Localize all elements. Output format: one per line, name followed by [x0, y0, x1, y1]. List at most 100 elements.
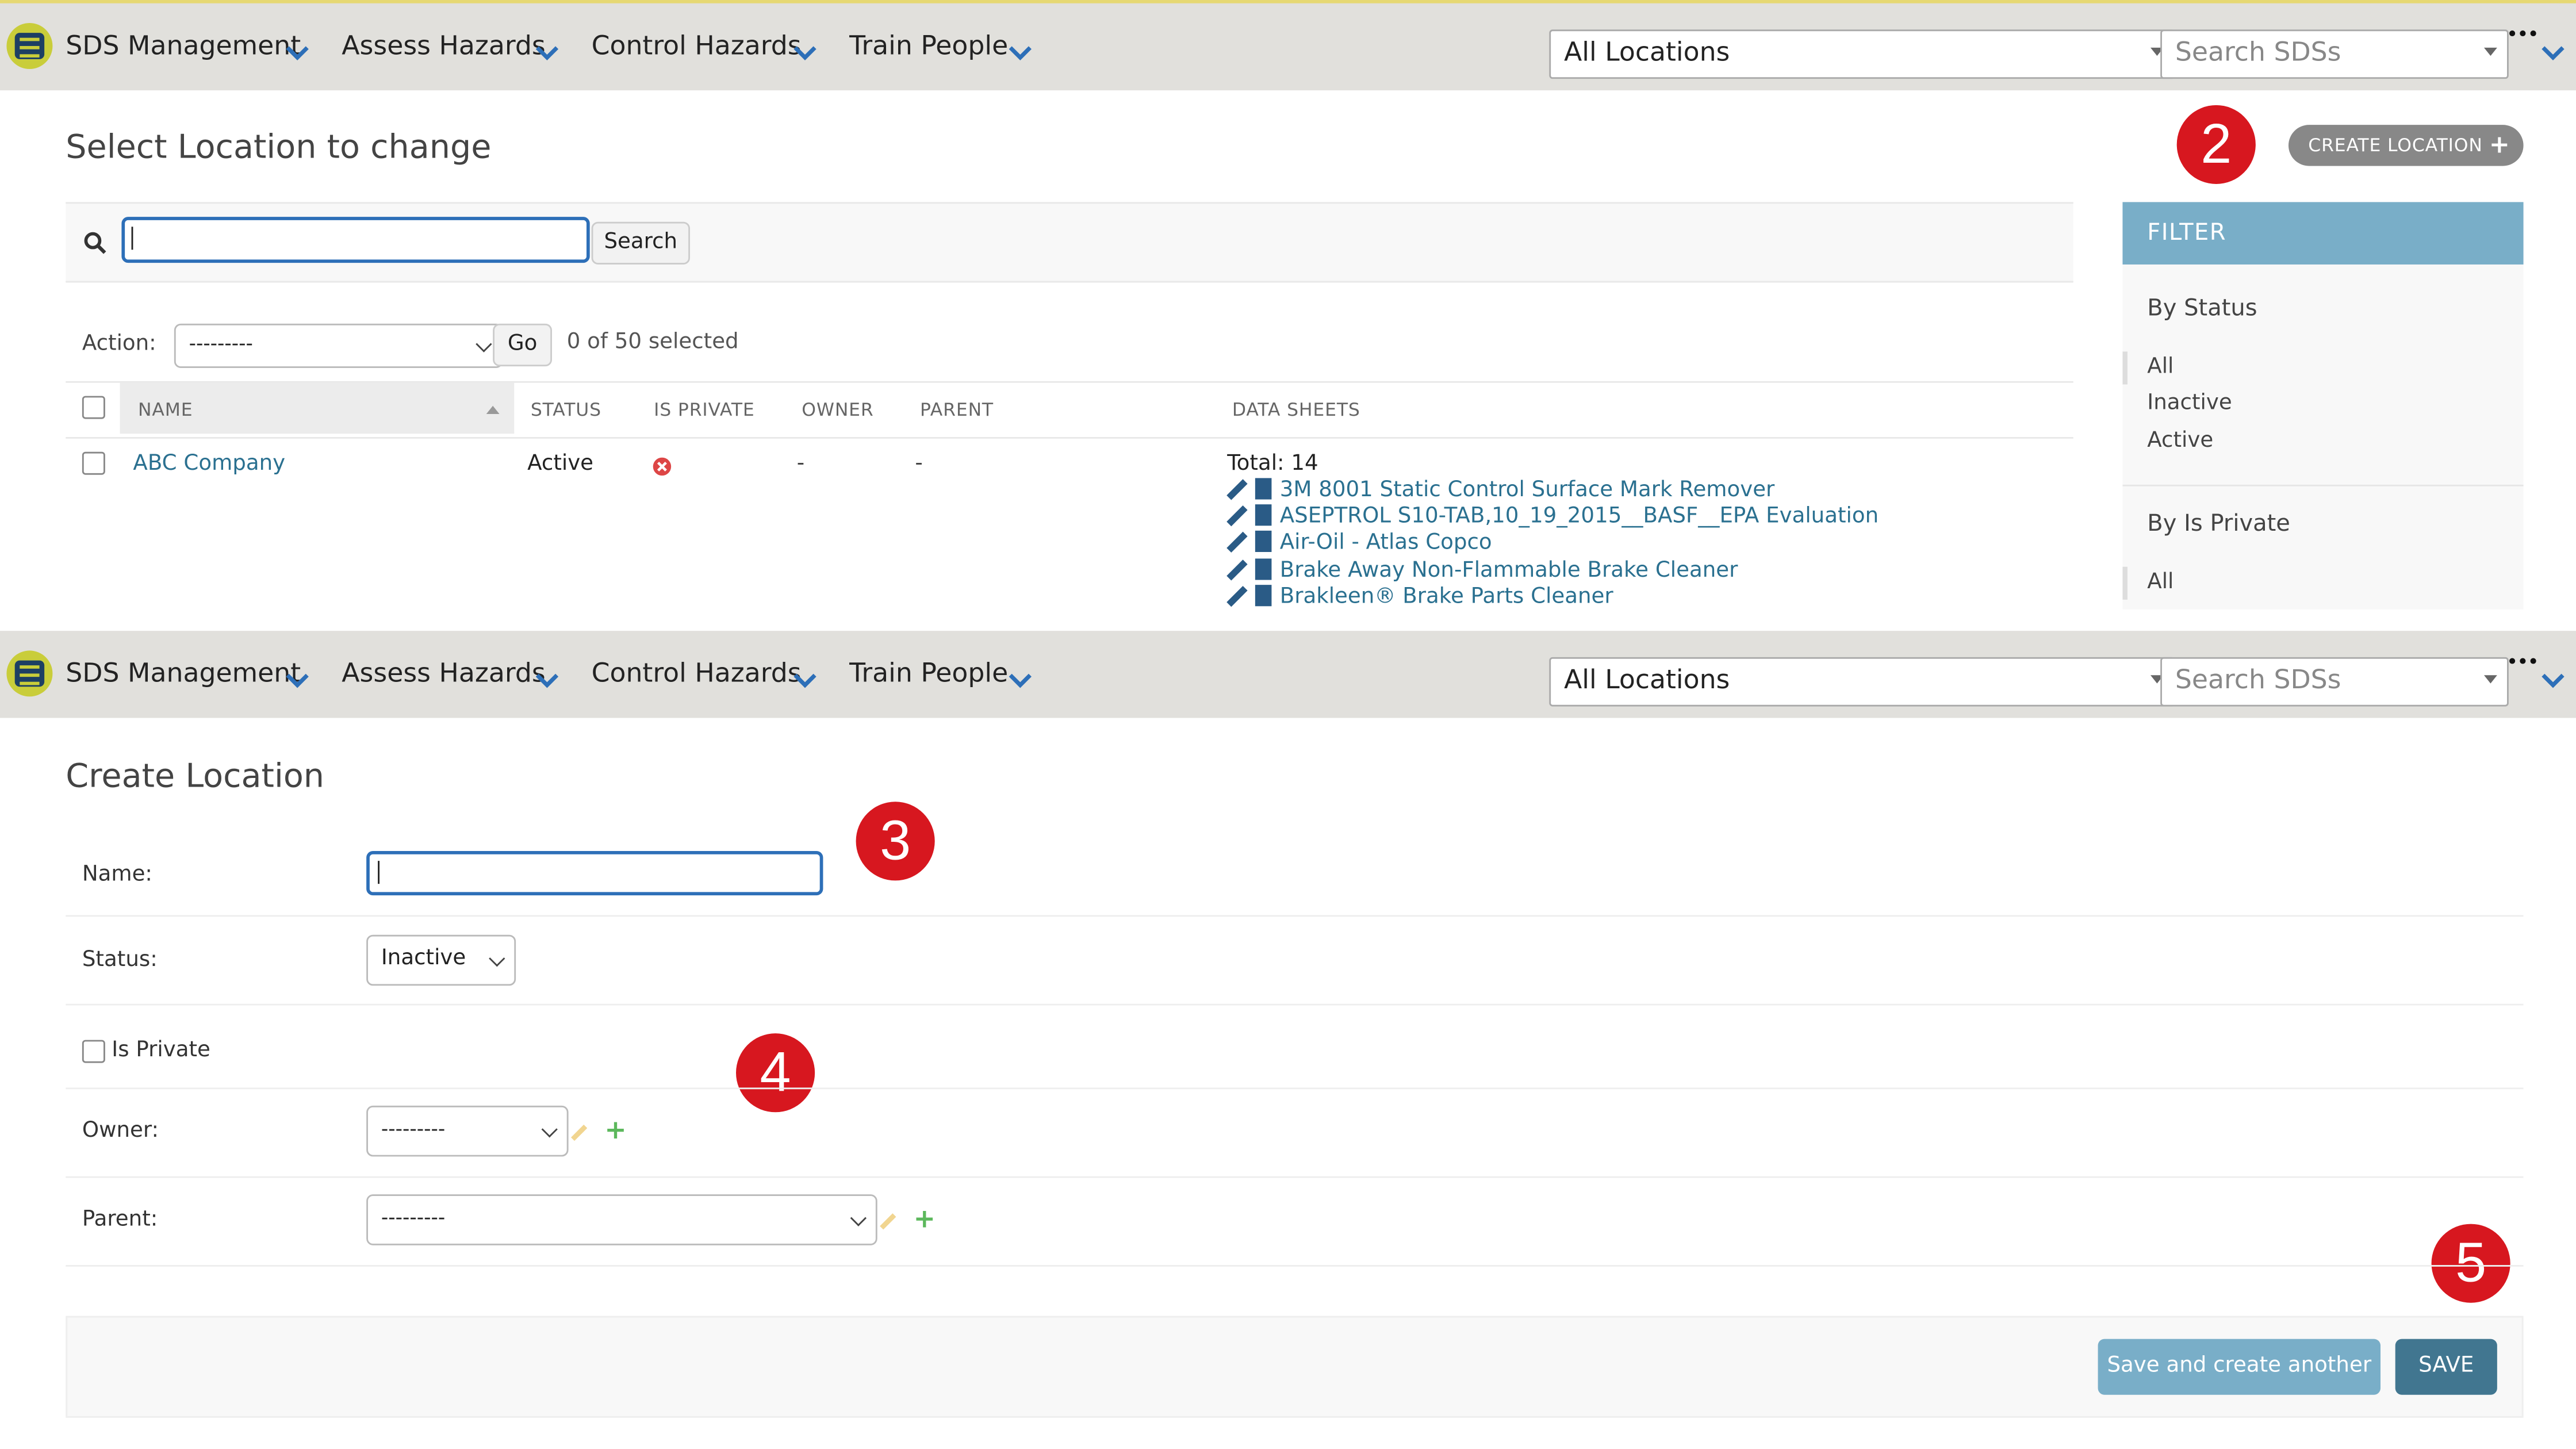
edit-pencil-icon[interactable]: [1226, 504, 1248, 526]
is-private-checkbox[interactable]: [82, 1040, 105, 1063]
column-header-owner[interactable]: OWNER: [802, 399, 873, 420]
top-nav-bar: SDS Management Assess Hazards Control Ha…: [0, 0, 2576, 91]
chevron-down-icon[interactable]: [2540, 43, 2566, 62]
create-location-button[interactable]: CREATE LOCATION +: [2288, 125, 2524, 166]
data-sheet-item: Brakleen® Brake Parts Cleaner: [1225, 585, 1613, 611]
search-sds-select[interactable]: Search SDSs: [2160, 29, 2509, 79]
data-sheet-item: Brake Away Non-Flammable Brake Cleaner: [1225, 558, 1738, 585]
status-label: Status:: [82, 948, 158, 973]
document-icon[interactable]: [1255, 530, 1272, 552]
data-sheet-link[interactable]: Brake Away Non-Flammable Brake Cleaner: [1280, 558, 1738, 583]
chevron-down-icon[interactable]: [534, 670, 561, 690]
add-parent-icon[interactable]: +: [914, 1202, 936, 1233]
data-sheet-link[interactable]: ASEPTROL S10-TAB,10_19_2015__BASF__EPA E…: [1280, 504, 1879, 529]
chevron-down-icon[interactable]: [284, 670, 310, 690]
chevron-down-icon[interactable]: [534, 43, 561, 62]
add-owner-icon[interactable]: +: [604, 1114, 626, 1145]
go-button[interactable]: Go: [493, 323, 552, 367]
chevron-down-icon[interactable]: [2540, 670, 2566, 690]
edit-pencil-icon[interactable]: [1226, 478, 1248, 500]
nav-control-hazards[interactable]: Control Hazards: [592, 657, 802, 688]
sort-ascending-icon[interactable]: [486, 405, 500, 414]
search-input[interactable]: [121, 217, 590, 263]
filter-status-active[interactable]: Active: [2147, 429, 2213, 454]
edit-pencil-icon[interactable]: [1226, 531, 1248, 552]
data-sheet-link[interactable]: 3M 8001 Static Control Surface Mark Remo…: [1280, 478, 1775, 503]
parent-label: Parent:: [82, 1208, 158, 1232]
chevron-down-icon[interactable]: [792, 670, 818, 690]
nav-assess-hazards[interactable]: Assess Hazards: [342, 29, 545, 60]
search-sds-placeholder: Search SDSs: [2175, 664, 2341, 695]
location-select[interactable]: All Locations: [1549, 29, 2175, 79]
name-input[interactable]: [366, 851, 823, 896]
document-icon[interactable]: [1255, 558, 1272, 580]
app-logo-icon[interactable]: [6, 23, 53, 69]
row-checkbox[interactable]: [82, 451, 105, 475]
column-header-data-sheets: DATA SHEETS: [1232, 399, 1360, 421]
location-select[interactable]: All Locations: [1549, 657, 2175, 707]
parent-select[interactable]: ---------: [366, 1194, 877, 1245]
dropdown-arrow-icon: [2484, 47, 2497, 56]
chevron-down-icon[interactable]: [792, 43, 818, 62]
document-icon[interactable]: [1255, 478, 1272, 500]
filter-status-all[interactable]: All: [2147, 355, 2174, 379]
selected-filter-marker: [2122, 566, 2128, 600]
document-icon[interactable]: [1255, 585, 1272, 607]
nav-sds-management[interactable]: SDS Management: [66, 29, 301, 60]
row-parent: -: [915, 451, 923, 477]
save-and-add-another-button[interactable]: Save and create another: [2098, 1339, 2380, 1395]
action-select-value: ---------: [189, 332, 253, 355]
app-logo-icon[interactable]: [6, 650, 53, 697]
select-all-checkbox[interactable]: [82, 396, 105, 419]
nav-sds-management[interactable]: SDS Management: [66, 657, 301, 688]
column-header-name[interactable]: NAME: [138, 399, 193, 420]
filter-by-status-label: By Status: [2147, 296, 2257, 322]
filter-private-all[interactable]: All: [2147, 570, 2174, 595]
filter-status-inactive[interactable]: Inactive: [2147, 391, 2232, 416]
action-label: Action:: [82, 332, 156, 356]
edit-pencil-icon[interactable]: [1226, 558, 1248, 580]
action-select[interactable]: ---------: [174, 323, 503, 368]
chevron-down-icon: [489, 950, 505, 967]
location-name-link[interactable]: ABC Company: [133, 452, 285, 477]
text-cursor: [131, 227, 133, 250]
nav-control-hazards[interactable]: Control Hazards: [592, 29, 802, 60]
data-sheets-total: Total: 14: [1227, 451, 1318, 477]
chevron-down-icon: [850, 1210, 867, 1226]
nav-train-people[interactable]: Train People: [849, 657, 1008, 688]
more-menu-icon[interactable]: •••: [2507, 654, 2539, 672]
search-button[interactable]: Search: [591, 221, 690, 264]
selected-count: 0 of 50 selected: [566, 330, 739, 355]
owner-label: Owner:: [82, 1118, 159, 1144]
column-header-parent[interactable]: PARENT: [920, 399, 994, 420]
nav-assess-hazards[interactable]: Assess Hazards: [342, 657, 545, 688]
save-button[interactable]: SAVE: [2395, 1339, 2497, 1395]
column-header-is-private[interactable]: IS PRIVATE: [654, 399, 754, 420]
search-sds-select[interactable]: Search SDSs: [2160, 657, 2509, 707]
data-sheet-link[interactable]: Brakleen® Brake Parts Cleaner: [1280, 585, 1613, 610]
chevron-down-icon[interactable]: [284, 43, 310, 62]
edit-pencil-icon[interactable]: [1226, 585, 1248, 606]
data-sheet-item: 3M 8001 Static Control Surface Mark Remo…: [1225, 478, 1774, 504]
location-select-value: All Locations: [1564, 664, 1730, 695]
search-sds-placeholder: Search SDSs: [2175, 36, 2341, 68]
owner-select[interactable]: ---------: [366, 1105, 569, 1157]
nav-train-people[interactable]: Train People: [849, 29, 1008, 60]
row-status: Active: [527, 451, 594, 477]
is-private-label: Is Private: [112, 1038, 210, 1063]
chevron-down-icon[interactable]: [1007, 43, 1033, 62]
status-select[interactable]: Inactive: [366, 934, 516, 986]
chevron-down-icon: [476, 336, 492, 352]
status-select-value: Inactive: [381, 946, 466, 971]
more-menu-icon[interactable]: •••: [2507, 26, 2539, 44]
document-icon[interactable]: [1255, 504, 1272, 526]
filter-header: FILTER: [2122, 202, 2524, 264]
false-icon: [653, 457, 672, 476]
data-sheet-link[interactable]: Air-Oil - Atlas Copco: [1280, 531, 1492, 555]
chevron-down-icon[interactable]: [1007, 670, 1033, 690]
create-location-label: CREATE LOCATION: [2308, 135, 2483, 156]
column-header-status[interactable]: STATUS: [531, 399, 601, 420]
search-icon: [84, 232, 106, 254]
top-nav-bar: SDS Management Assess Hazards Control Ha…: [0, 631, 2576, 718]
filter-by-private-label: By Is Private: [2147, 511, 2290, 538]
